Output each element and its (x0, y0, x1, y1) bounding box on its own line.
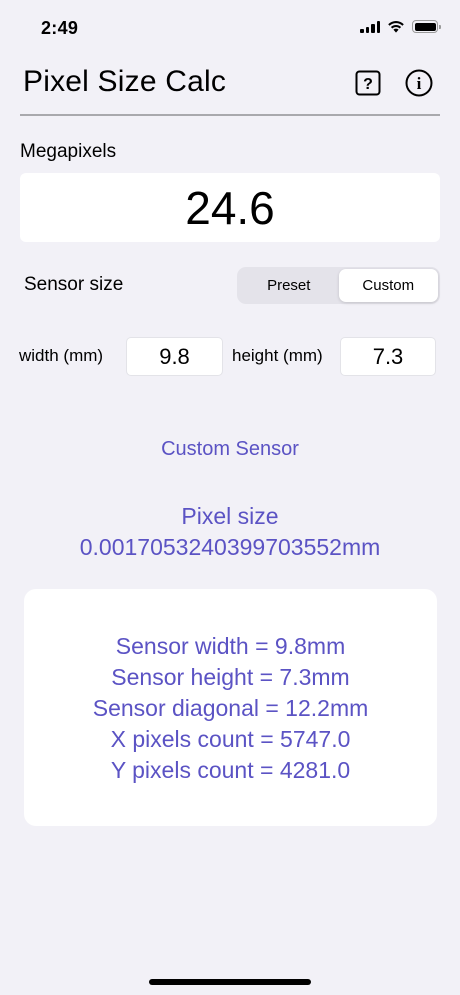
svg-text:?: ? (363, 76, 373, 93)
status-time: 2:49 (41, 18, 79, 38)
width-label: width (mm) (19, 346, 104, 365)
segment-custom[interactable]: Custom (338, 269, 438, 302)
megapixels-label: Megapixels (20, 141, 117, 162)
megapixels-input[interactable]: 24.6 (20, 173, 440, 242)
battery-icon (412, 20, 441, 33)
cellular-signal-icon (360, 20, 380, 33)
app-screen: 2:49 Pixel Size Calc ? i Megapixels 24.6… (0, 0, 460, 995)
results-card: Sensor width = 9.8mm Sensor height = 7.3… (24, 589, 437, 826)
help-button[interactable]: ? (353, 68, 383, 98)
pixel-size-label: Pixel size (181, 503, 279, 529)
height-input[interactable]: 7.3 (340, 337, 436, 376)
sensor-diagonal-result: Sensor diagonal = 12.2mm (92, 695, 369, 721)
pixel-size-value: 0.0017053240399703552mm (79, 534, 381, 560)
home-indicator[interactable] (149, 979, 311, 985)
wifi-icon (388, 21, 404, 33)
width-input[interactable]: 9.8 (126, 337, 223, 376)
sensor-width-result: Sensor width = 9.8mm (115, 633, 346, 659)
page-title: Pixel Size Calc (23, 65, 227, 98)
x-pixels-result: X pixels count = 5747.0 (110, 726, 351, 752)
question-mark-icon: ? (355, 70, 381, 96)
sensor-mode-segmented-control: Preset Custom (237, 267, 440, 304)
height-label: height (mm) (232, 346, 323, 365)
nav-bar: Pixel Size Calc ? i (0, 56, 460, 116)
sensor-name: Custom Sensor (161, 438, 299, 460)
svg-text:i: i (417, 74, 422, 93)
header-divider (20, 114, 440, 116)
info-button[interactable]: i (404, 68, 434, 98)
status-icons (360, 20, 441, 33)
sensor-size-label: Sensor size (24, 274, 124, 295)
status-bar: 2:49 (0, 0, 460, 56)
sensor-height-result: Sensor height = 7.3mm (111, 664, 350, 690)
y-pixels-result: Y pixels count = 4281.0 (110, 757, 351, 783)
segment-preset[interactable]: Preset (239, 269, 339, 302)
info-icon: i (405, 69, 433, 97)
